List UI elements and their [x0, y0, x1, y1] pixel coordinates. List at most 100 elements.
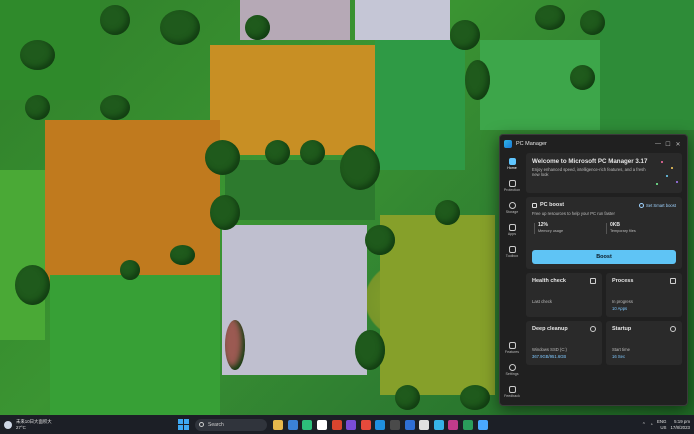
- health-check-tile[interactable]: Health check Last check: [526, 273, 602, 317]
- pc-boost-card: PC boost Set Smart boost Free up resourc…: [526, 197, 682, 269]
- pc-manager-logo-icon: [504, 140, 512, 148]
- shield-icon: [508, 180, 516, 187]
- taskbar-search[interactable]: Search: [195, 418, 267, 431]
- boost-button[interactable]: Boost: [532, 250, 676, 264]
- startup-label: Start time: [612, 347, 630, 352]
- sidebar-item-home[interactable]: Home: [500, 153, 524, 175]
- field-patch: [0, 170, 45, 340]
- weather-headline: 未来10日大面积大: [16, 419, 52, 424]
- sidebar-item-label: Toolbox: [505, 254, 519, 258]
- sidebar-item-settings[interactable]: Settings: [500, 359, 524, 381]
- tree: [450, 20, 480, 50]
- tree: [435, 200, 460, 225]
- memory-usage-stat: 12% Memory usage: [532, 222, 604, 234]
- start-button[interactable]: [178, 419, 189, 430]
- deep-cleanup-title: Deep cleanup: [532, 326, 568, 332]
- welcome-subtitle: Enjoy enhanced speed, intelligence-rich …: [532, 167, 646, 178]
- app-icon[interactable]: [433, 419, 444, 430]
- weather-widget[interactable]: 未来10日大面积大 27°C: [0, 419, 154, 430]
- temporary-files-label: Temporary files: [610, 229, 636, 233]
- sidebar-item-protection[interactable]: Protection: [500, 175, 524, 197]
- sidebar-item-toolbox[interactable]: Toolbox: [500, 241, 524, 263]
- pc-manager-taskbar-icon[interactable]: [477, 419, 488, 430]
- region-code: US: [660, 424, 667, 430]
- process-tile[interactable]: Process In progress 10 Apps: [606, 273, 682, 317]
- gear-icon: [638, 202, 644, 208]
- task-view-icon[interactable]: [273, 419, 284, 430]
- app-icon[interactable]: [331, 419, 342, 430]
- weather-temperature: 27°C: [16, 424, 26, 430]
- app-icon[interactable]: [346, 419, 357, 430]
- field-patch: [50, 275, 220, 415]
- clock[interactable]: 5:19 pm 17/8/2023: [670, 419, 690, 430]
- health-check-title: Health check: [532, 278, 566, 284]
- toolbox-icon: [508, 246, 516, 253]
- wifi-icon[interactable]: ◔: [650, 422, 653, 428]
- process-icon: [670, 278, 676, 284]
- tree: [395, 385, 420, 410]
- app-icon[interactable]: [448, 419, 459, 430]
- search-icon: [199, 422, 204, 427]
- health-check-status: Last check: [532, 299, 553, 304]
- temporary-files-stat: 0KB Temporary files: [604, 222, 676, 234]
- app-icon[interactable]: [375, 419, 386, 430]
- language-indicator[interactable]: ENG US: [657, 419, 667, 430]
- temporary-files-value: 0KB: [610, 222, 621, 228]
- power-icon: [670, 326, 676, 332]
- sidebar-item-feedback[interactable]: Feedback: [500, 381, 524, 403]
- system-tray: ⌃ ◔ ENG US 5:19 pm 17/8/2023: [640, 415, 690, 434]
- tree: [120, 260, 140, 280]
- process-status: In progress: [612, 299, 633, 304]
- process-count: 10 Apps: [612, 306, 628, 311]
- tree: [460, 385, 490, 410]
- weather-icon: [4, 420, 12, 429]
- tree: [160, 10, 200, 45]
- welcome-title: Welcome to Microsoft PC Manager 3.17: [532, 158, 648, 165]
- sidebar-item-storage[interactable]: Storage: [500, 197, 524, 219]
- app-icon[interactable]: [390, 419, 401, 430]
- pc-boost-label: PC boost: [540, 202, 565, 208]
- file-explorer-icon[interactable]: [287, 419, 298, 430]
- app-icon[interactable]: [360, 419, 371, 430]
- title-bar: PC Manager — ☐ ✕: [500, 135, 687, 153]
- pc-manager-window: PC Manager — ☐ ✕ Home Protection Storage…: [499, 134, 688, 406]
- sidebar-item-label: Apps: [507, 232, 517, 236]
- search-placeholder: Search: [208, 421, 224, 428]
- sidebar-bottom: Features Settings Feedback: [500, 337, 524, 403]
- smart-boost-link[interactable]: Set Smart boost: [638, 202, 676, 208]
- chrome-icon[interactable]: [317, 419, 328, 430]
- tree: [355, 330, 385, 370]
- minimize-button[interactable]: —: [653, 141, 663, 147]
- sidebar-item-apps[interactable]: Apps: [500, 219, 524, 241]
- tree: [20, 40, 55, 70]
- sidebar-item-features[interactable]: Features: [500, 337, 524, 359]
- maximize-button[interactable]: ☐: [663, 141, 673, 148]
- drive-name: Windows SSD (C:): [532, 347, 567, 352]
- app-icon[interactable]: [404, 419, 415, 430]
- memory-usage-label: Memory usage: [538, 229, 564, 233]
- app-icon[interactable]: [419, 419, 430, 430]
- taskbar: 未来10日大面积大 27°C Search ⌃ ◔ ENG US 5:19 pm…: [0, 415, 694, 434]
- process-title: Process: [612, 278, 634, 284]
- field-patch: [375, 40, 465, 170]
- chevron-up-icon[interactable]: ⌃: [642, 422, 646, 428]
- features-icon: [508, 342, 516, 349]
- field-patch: [210, 45, 375, 155]
- taskbar-center: Search: [178, 415, 490, 434]
- language-code: ENG: [656, 418, 667, 424]
- startup-tile[interactable]: Startup Start time 16 Sec: [606, 321, 682, 365]
- tree: [25, 95, 50, 120]
- field-patch: [600, 0, 694, 130]
- memory-usage-value: 12%: [538, 222, 549, 228]
- tree: [300, 140, 325, 165]
- welcome-banner: Welcome to Microsoft PC Manager 3.17 Enj…: [526, 153, 682, 193]
- deep-cleanup-tile[interactable]: Deep cleanup Windows SSD (C:) 367.9GB/95…: [526, 321, 602, 365]
- edge-icon[interactable]: [302, 419, 313, 430]
- confetti-icon: [666, 175, 668, 177]
- close-button[interactable]: ✕: [673, 141, 683, 148]
- confetti-icon: [656, 183, 658, 185]
- tree: [100, 95, 130, 120]
- tree: [210, 195, 240, 230]
- app-icon[interactable]: [463, 419, 474, 430]
- farm-house: [225, 320, 245, 370]
